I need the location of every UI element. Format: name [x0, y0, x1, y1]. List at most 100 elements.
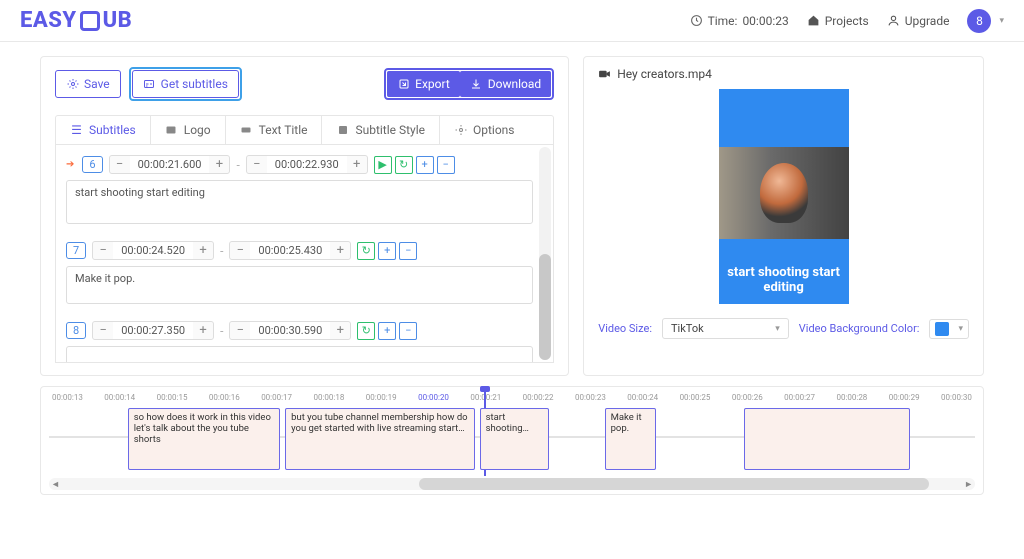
- timeline-clip[interactable]: [744, 408, 911, 470]
- download-label: Download: [488, 75, 541, 93]
- video-subject: [760, 163, 808, 223]
- end-time-box: − 00:00:25.430 +: [229, 241, 351, 260]
- ruler-tick: 00:00:23: [575, 393, 606, 402]
- start-time-box: − 00:00:24.520 +: [92, 241, 214, 260]
- tab-subtitles[interactable]: ☰ Subtitles: [56, 116, 151, 144]
- timeline-track[interactable]: so how does it work in this video let's …: [49, 406, 975, 474]
- start-plus-button[interactable]: +: [193, 243, 213, 258]
- subtitles-icon: [143, 78, 156, 91]
- end-plus-button[interactable]: +: [347, 157, 367, 172]
- start-time[interactable]: 00:00:24.520: [113, 242, 193, 259]
- end-time[interactable]: 00:00:25.430: [250, 242, 330, 259]
- end-time[interactable]: 00:00:22.930: [267, 156, 347, 173]
- subtitle-actions: ↻ + −: [357, 242, 417, 260]
- timeline-scrollbar-thumb[interactable]: [419, 478, 928, 490]
- start-minus-button[interactable]: −: [93, 323, 113, 338]
- timeline-panel: 00:00:1300:00:1400:00:1500:00:1600:00:17…: [40, 386, 984, 495]
- editor-panel: Save Get subtitles Export: [40, 56, 569, 376]
- timeline-ruler[interactable]: 00:00:1300:00:1400:00:1500:00:1600:00:17…: [49, 393, 975, 402]
- end-minus-button[interactable]: −: [230, 243, 250, 258]
- start-time[interactable]: 00:00:27.350: [113, 322, 193, 339]
- user-menu[interactable]: 8 ▾: [967, 9, 1004, 33]
- start-time[interactable]: 00:00:21.600: [130, 156, 210, 173]
- video-bg-color-picker[interactable]: ▾: [929, 319, 969, 339]
- projects-label: Projects: [825, 14, 869, 28]
- subtitle-text-input[interactable]: [66, 266, 533, 304]
- subtitle-text-input[interactable]: [66, 180, 533, 224]
- start-minus-button[interactable]: −: [110, 157, 130, 172]
- video-filename-row: Hey creators.mp4: [598, 67, 969, 81]
- add-button[interactable]: +: [378, 322, 396, 340]
- end-minus-button[interactable]: −: [247, 157, 267, 172]
- timeline-clip[interactable]: so how does it work in this video let's …: [128, 408, 281, 470]
- add-button[interactable]: +: [378, 242, 396, 260]
- avatar-initial: 8: [976, 14, 983, 28]
- projects-link[interactable]: Projects: [807, 14, 869, 28]
- end-plus-button[interactable]: +: [330, 243, 350, 258]
- tab-text-title[interactable]: Text Title: [226, 116, 323, 144]
- main-area: Save Get subtitles Export: [0, 42, 1024, 380]
- save-button[interactable]: Save: [55, 70, 121, 98]
- scroll-right-arrow-icon[interactable]: ►: [964, 479, 973, 490]
- upgrade-icon: [887, 14, 900, 27]
- tab-subtitle-style[interactable]: Subtitle Style: [322, 116, 440, 144]
- end-time[interactable]: 00:00:30.590: [250, 322, 330, 339]
- subtitle-list: ➔ 6 − 00:00:21.600 + - − 00:00:22.930 + …: [55, 145, 554, 363]
- timeline-scrollbar[interactable]: ◄ ►: [49, 478, 975, 490]
- time-display: Time: 00:00:23: [690, 14, 789, 28]
- subtitle-scrollbar-thumb[interactable]: [539, 254, 551, 361]
- remove-button[interactable]: −: [437, 156, 455, 174]
- export-button[interactable]: Export: [387, 71, 460, 97]
- gear-icon: [66, 78, 79, 91]
- ruler-tick: 00:00:14: [104, 393, 135, 402]
- start-plus-button[interactable]: +: [209, 157, 229, 172]
- tab-subtitle-style-label: Subtitle Style: [355, 123, 425, 137]
- loop-button[interactable]: ↻: [395, 156, 413, 174]
- timeline-clip[interactable]: but you tube channel membership how do y…: [285, 408, 475, 470]
- scroll-left-arrow-icon[interactable]: ◄: [51, 479, 60, 490]
- export-group: Export Download: [384, 68, 554, 100]
- get-subtitles-button[interactable]: Get subtitles: [132, 70, 239, 98]
- brand-s-icon: [80, 11, 100, 31]
- ruler-tick: 00:00:25: [680, 393, 711, 402]
- clock-icon: [690, 14, 703, 27]
- subtitle-item: ➔ 6 − 00:00:21.600 + - − 00:00:22.930 + …: [66, 155, 533, 227]
- end-plus-button[interactable]: +: [330, 323, 350, 338]
- video-options: Video Size: TikTok ▾ Video Background Co…: [598, 318, 969, 339]
- loop-button[interactable]: ↻: [357, 322, 375, 340]
- end-time-box: − 00:00:30.590 +: [229, 321, 351, 340]
- start-time-box: − 00:00:27.350 +: [92, 321, 214, 340]
- start-plus-button[interactable]: +: [193, 323, 213, 338]
- end-minus-button[interactable]: −: [230, 323, 250, 338]
- subtitle-text-input[interactable]: [66, 346, 533, 363]
- timeline-clip[interactable]: Make it pop.: [605, 408, 656, 470]
- home-icon: [807, 14, 820, 27]
- remove-button[interactable]: −: [399, 242, 417, 260]
- timeline-clip[interactable]: start shooting…: [480, 408, 549, 470]
- subtitle-scrollbar[interactable]: [539, 147, 551, 360]
- play-button[interactable]: ▶: [374, 156, 392, 174]
- options-gear-icon: [454, 124, 467, 137]
- video-filename: Hey creators.mp4: [617, 67, 712, 81]
- ruler-tick: 00:00:24: [627, 393, 658, 402]
- tab-logo-label: Logo: [184, 123, 211, 137]
- remove-button[interactable]: −: [399, 322, 417, 340]
- loop-button[interactable]: ↻: [357, 242, 375, 260]
- ruler-tick: 00:00:19: [366, 393, 397, 402]
- download-button[interactable]: Download: [460, 71, 551, 97]
- start-minus-button[interactable]: −: [93, 243, 113, 258]
- subtitle-item: 7 − 00:00:24.520 + - − 00:00:25.430 + ↻: [66, 241, 533, 307]
- tab-logo[interactable]: Logo: [151, 116, 226, 144]
- ruler-tick: 00:00:22: [523, 393, 554, 402]
- get-subtitles-label: Get subtitles: [161, 75, 228, 93]
- video-preview[interactable]: start shooting start editing: [719, 89, 849, 304]
- chevron-down-icon: ▾: [958, 324, 963, 334]
- video-size-select[interactable]: TikTok ▾: [662, 318, 789, 339]
- upgrade-link[interactable]: Upgrade: [887, 14, 950, 28]
- active-arrow-icon: ➔: [66, 159, 74, 170]
- ruler-tick: 00:00:18: [313, 393, 344, 402]
- export-icon: [397, 78, 410, 91]
- tab-options[interactable]: Options: [440, 116, 529, 144]
- save-label: Save: [84, 75, 110, 93]
- add-button[interactable]: +: [416, 156, 434, 174]
